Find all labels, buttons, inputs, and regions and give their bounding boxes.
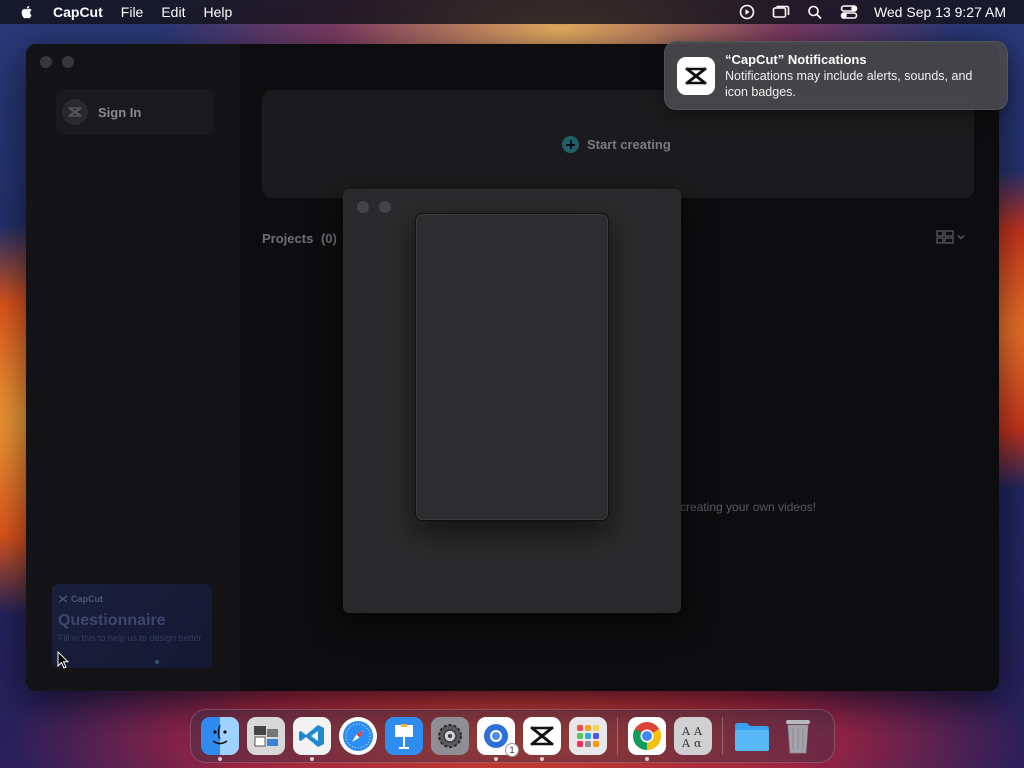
- svg-text:A: A: [681, 737, 691, 750]
- questionnaire-title: Questionnaire: [58, 612, 166, 629]
- dialog-close-button[interactable]: [357, 201, 369, 213]
- carousel-dot[interactable]: [155, 660, 159, 664]
- questionnaire-brand-label: CapCut: [71, 594, 103, 604]
- plus-icon: [562, 136, 579, 153]
- notification-badge: 1: [505, 743, 519, 757]
- launchpad-icon: [577, 725, 599, 747]
- dock-vscode[interactable]: [293, 717, 331, 761]
- finder-icon: [212, 724, 228, 745]
- notification-title: “CapCut” Notifications: [725, 52, 867, 67]
- menu-bar: CapCut File Edit Help Wed Sep 13 9:27 AM: [0, 0, 1024, 24]
- vscode-icon: [299, 725, 324, 747]
- dock-downloads-folder[interactable]: [733, 717, 771, 755]
- menu-clock[interactable]: Wed Sep 13 9:27 AM: [874, 4, 1006, 20]
- dock-keynote[interactable]: [385, 717, 423, 755]
- svg-text:α: α: [694, 737, 702, 750]
- search-icon[interactable]: [806, 4, 824, 20]
- questionnaire-subtitle: Fill in this to help us to design better: [58, 633, 202, 643]
- dock: 1 A A A α: [190, 709, 835, 763]
- dialog-content-panel: [415, 213, 609, 521]
- menu-help[interactable]: Help: [203, 0, 232, 24]
- running-indicator: [540, 757, 544, 761]
- display-icon[interactable]: [772, 4, 790, 20]
- dock-chrome-canary[interactable]: 1: [477, 717, 519, 761]
- minimize-window-button[interactable]: [62, 56, 74, 68]
- menu-app-name[interactable]: CapCut: [53, 0, 103, 24]
- dock-capcut[interactable]: [523, 717, 561, 761]
- view-mode-toggle[interactable]: [936, 230, 966, 244]
- sign-in-label: Sign In: [98, 104, 142, 120]
- dock-chrome[interactable]: [628, 717, 666, 761]
- notification-text: “CapCut” Notifications Notifications may…: [725, 52, 995, 100]
- projects-count: (0): [320, 231, 337, 246]
- dialog-window-controls: [357, 201, 401, 213]
- preview-icon: [254, 726, 278, 747]
- dock-launchpad[interactable]: [569, 717, 607, 755]
- running-indicator: [218, 757, 222, 761]
- screen-record-icon[interactable]: [738, 4, 756, 20]
- sign-in-button[interactable]: Sign In: [56, 89, 214, 135]
- start-creating-button[interactable]: Start creating: [562, 136, 671, 153]
- grid-view-icon: [936, 230, 954, 244]
- chrome-icon: [633, 722, 661, 750]
- dock-safari[interactable]: [339, 717, 377, 755]
- safari-icon: [343, 721, 373, 751]
- questionnaire-banner[interactable]: CapCut Questionnaire Fill in this to hel…: [52, 584, 212, 668]
- trash-icon: [786, 720, 810, 754]
- notification-banner[interactable]: “CapCut” Notifications Notifications may…: [664, 41, 1008, 110]
- chevron-down-icon: [957, 235, 965, 240]
- window-controls: [40, 56, 84, 68]
- dock-preview[interactable]: [247, 717, 285, 755]
- capcut-app-icon: [677, 57, 715, 95]
- capcut-logo-icon: [58, 595, 68, 603]
- notification-body: Notifications may include alerts, sounds…: [725, 69, 973, 99]
- dock-separator: [617, 717, 618, 755]
- start-creating-label: Start creating: [587, 137, 671, 152]
- empty-projects-hint: creating your own videos!: [680, 500, 817, 514]
- dialog-minimize-button[interactable]: [379, 201, 391, 213]
- capcut-logo-icon: [62, 99, 88, 125]
- running-indicator: [494, 757, 498, 761]
- menu-file[interactable]: File: [121, 0, 144, 24]
- dock-separator: [722, 717, 723, 755]
- folder-icon: [735, 723, 769, 751]
- dock-trash[interactable]: [779, 717, 817, 755]
- close-window-button[interactable]: [40, 56, 52, 68]
- menu-edit[interactable]: Edit: [161, 0, 185, 24]
- questionnaire-brand: CapCut: [58, 594, 206, 604]
- dock-finder[interactable]: [201, 717, 239, 761]
- projects-label: Projects: [262, 231, 314, 246]
- dialog-window: [343, 189, 681, 613]
- menu-bar-status: Wed Sep 13 9:27 AM: [722, 4, 1024, 20]
- sidebar: Sign In CapCut Questionnaire Fill in thi…: [26, 44, 240, 691]
- dock-system-settings[interactable]: [431, 717, 469, 755]
- font-book-icon: A A A α: [681, 725, 703, 750]
- control-center-icon[interactable]: [840, 4, 858, 20]
- apple-menu-icon[interactable]: [19, 4, 35, 20]
- projects-heading: Projects (0): [262, 231, 337, 246]
- capcut-icon: [530, 726, 554, 746]
- gear-icon: [438, 724, 462, 748]
- running-indicator: [310, 757, 314, 761]
- running-indicator: [645, 757, 649, 761]
- dock-font-book[interactable]: A A A α: [674, 717, 712, 755]
- keynote-icon: [395, 724, 413, 749]
- mouse-cursor-icon: [57, 651, 69, 669]
